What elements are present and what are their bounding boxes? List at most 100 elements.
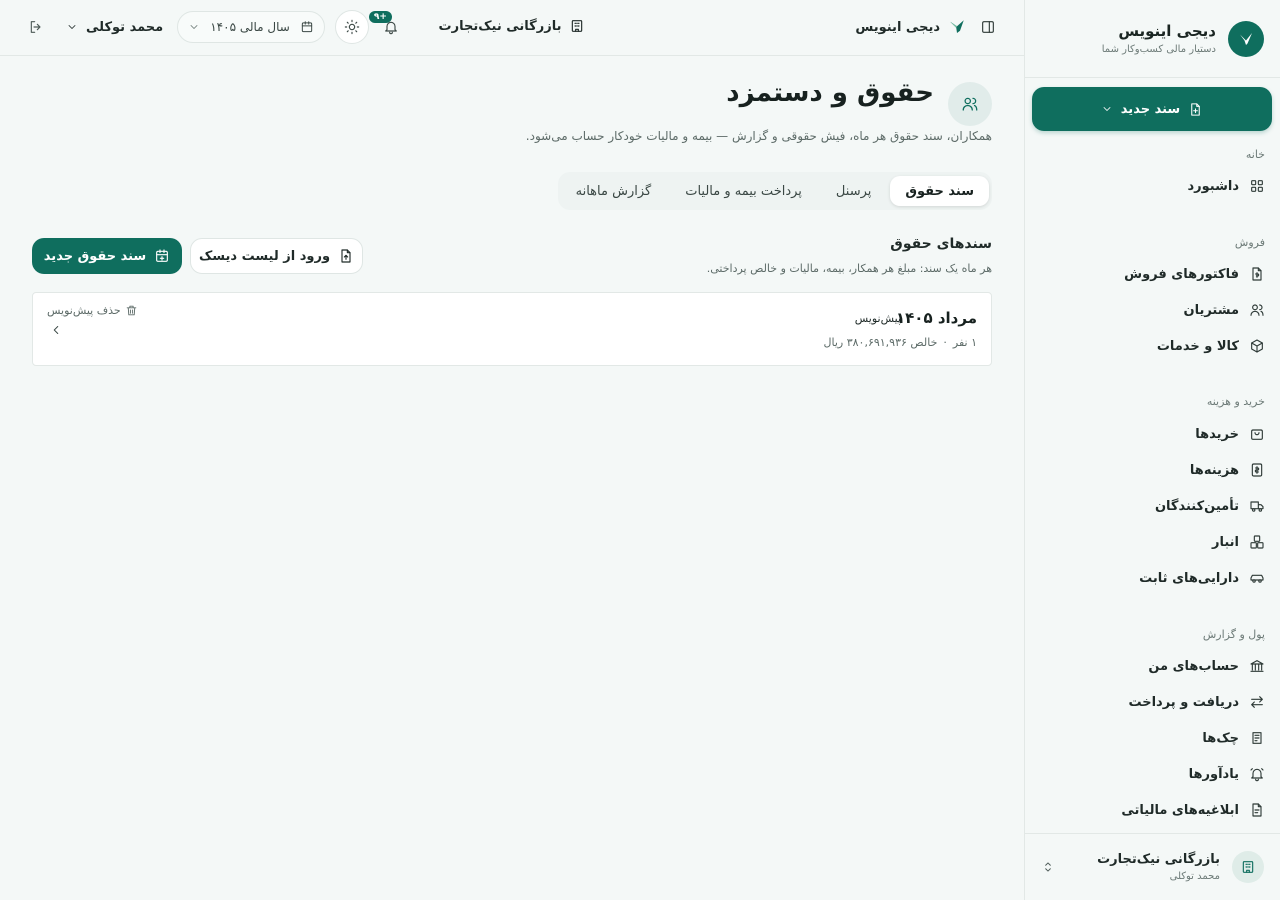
import-disk-label: ورود از لیست دیسک	[198, 248, 331, 264]
receipt-icon	[1249, 462, 1265, 478]
sidebar-item-label: دارایی‌های ثابت	[1139, 570, 1239, 586]
nav-group-purchases: خرید و هزینه	[1206, 395, 1265, 408]
org-switcher[interactable]: بازرگانی نیک‌تجارت محمد توکلی	[1025, 833, 1280, 900]
topbar-actions: محمد توکلی سال مالی ۱۴۰۵ ۹+	[28, 10, 403, 44]
doc-net: خالص ۳۸۰,۶۹۱,۹۳۶ ریال	[823, 336, 938, 349]
sidebar-item-dashboard[interactable]: داشبورد	[1187, 172, 1265, 200]
nav-group-money: پول و گزارش	[1202, 628, 1265, 641]
car-icon	[1249, 570, 1265, 586]
section-subtitle: هر ماه یک سند: مبلغ هر همکار، بیمه، مالی…	[706, 262, 992, 275]
import-disk-button[interactable]: ورود از لیست دیسک	[190, 238, 363, 274]
boxes-icon	[1249, 534, 1265, 550]
sidebar-item-fixed-assets[interactable]: دارایی‌های ثابت	[1139, 564, 1265, 592]
new-document-label: سند جدید	[1120, 101, 1181, 117]
delete-draft-label: حذف پیش‌نویس	[47, 304, 121, 317]
tab-monthly-report[interactable]: گزارش ماهانه	[561, 176, 667, 206]
sidebar-item-label: فاکتورهای فروش	[1124, 266, 1239, 282]
brand-tagline: دستیار مالی کسب‌وکار شما	[1101, 44, 1216, 55]
status-badge: پیش‌نویس	[854, 312, 901, 325]
sidebar-item-label: چک‌ها	[1202, 730, 1239, 746]
sidebar: دیجی اینویس دستیار مالی کسب‌وکار شما سند…	[1024, 0, 1280, 900]
doc-title: مرداد ۱۴۰۵	[895, 309, 977, 327]
tab-payroll-docs[interactable]: سند حقوق	[890, 176, 989, 206]
topbar-org[interactable]: بازرگانی نیک‌تجارت	[439, 18, 586, 34]
doc-people: ۱ نفر	[952, 336, 977, 349]
page-title: حقوق و دستمزد	[726, 78, 934, 108]
sidebar-item-label: هزینه‌ها	[1189, 462, 1239, 478]
arrows-icon	[1249, 694, 1265, 710]
section-title: سندهای حقوق	[890, 236, 992, 252]
building-icon	[1232, 851, 1264, 883]
bell-ring-icon	[1249, 766, 1265, 782]
users-icon	[1249, 302, 1265, 318]
sidebar-item-suppliers[interactable]: تأمین‌کنندگان	[1155, 492, 1265, 520]
fiscal-year-value: سال مالی ۱۴۰۵	[210, 20, 290, 34]
sidebar-item-label: کالا و خدمات	[1156, 338, 1239, 354]
file-upload-icon	[338, 248, 354, 264]
chevron-down-icon	[1101, 103, 1113, 115]
sidebar-item-products[interactable]: کالا و خدمات	[1157, 332, 1265, 360]
sidebar-item-label: مشتریان	[1183, 302, 1239, 318]
brand-title: دیجی اینویس	[1118, 22, 1216, 40]
sidebar-item-label: حساب‌های من	[1148, 658, 1239, 674]
sidebar-item-sales-invoices[interactable]: فاکتورهای فروش	[1124, 260, 1265, 288]
sidebar-item-label: تأمین‌کنندگان	[1154, 498, 1239, 514]
sidebar-item-receipts-payments[interactable]: دریافت و پرداخت	[1128, 688, 1265, 716]
bank-icon	[1249, 658, 1265, 674]
notification-badge: ۹+	[368, 11, 392, 23]
building-icon	[569, 18, 585, 34]
delete-draft-button[interactable]: حذف پیش‌نویس	[47, 304, 138, 317]
grid-icon	[1249, 178, 1265, 194]
doc-meta: ۱ نفر · خالص ۳۸۰,۶۹۱,۹۳۶ ریال	[824, 336, 978, 349]
meta-separator: ·	[943, 336, 947, 349]
chevron-down-icon	[66, 21, 78, 33]
logout-icon[interactable]	[28, 19, 44, 35]
page-icon	[948, 82, 992, 126]
sidebar-item-cheques[interactable]: چک‌ها	[1202, 724, 1265, 752]
fiscal-year-select[interactable]: سال مالی ۱۴۰۵	[177, 11, 325, 43]
new-payroll-button[interactable]: سند حقوق جدید	[32, 238, 182, 274]
sidebar-item-expenses[interactable]: هزینه‌ها	[1190, 456, 1265, 484]
notice-icon	[1249, 802, 1265, 818]
sidebar-item-label: دریافت و پرداخت	[1128, 694, 1239, 710]
sidebar-item-label: ابلاغیه‌های مالیاتی	[1121, 802, 1239, 818]
bag-icon	[1249, 426, 1265, 442]
user-menu[interactable]: محمد توکلی	[66, 20, 163, 35]
theme-toggle-button[interactable]	[334, 10, 369, 44]
sidebar-item-customers[interactable]: مشتریان	[1183, 296, 1265, 324]
payroll-doc-card[interactable]: مرداد ۱۴۰۵ پیش‌نویس ۱ نفر · خالص ۳۸۰,۶۹۱…	[32, 292, 992, 366]
page-subtitle: همکاران، سند حقوق هر ماه، فیش حقوقی و گز…	[525, 129, 992, 143]
sidebar-item-label: داشبورد	[1187, 178, 1239, 194]
sidebar-item-warehouse[interactable]: انبار	[1212, 528, 1265, 556]
sidebar-item-purchases[interactable]: خریدها	[1195, 420, 1265, 448]
org-name: بازرگانی نیک‌تجارت	[1097, 852, 1220, 867]
tabs: سند حقوق پرسنل پرداخت بیمه و مالیات گزار…	[557, 172, 992, 210]
cheque-icon	[1249, 730, 1265, 746]
new-document-button[interactable]: سند جدید	[1032, 87, 1272, 131]
sidebar-item-accounts[interactable]: حساب‌های من	[1148, 652, 1265, 680]
org-user: محمد توکلی	[1169, 871, 1220, 882]
tab-personnel[interactable]: پرسنل	[821, 176, 886, 206]
trash-icon	[125, 304, 138, 317]
nav-group-sales: فروش	[1234, 236, 1265, 249]
notifications-button[interactable]: ۹+	[368, 11, 403, 39]
box-icon	[1249, 338, 1265, 354]
chevron-down-icon	[188, 21, 200, 33]
brand[interactable]: دیجی اینویس دستیار مالی کسب‌وکار شما	[1025, 0, 1280, 78]
topbar: دیجی اینویس بازرگانی نیک‌تجارت محمد توکل…	[0, 0, 1024, 56]
sidebar-item-label: انبار	[1211, 534, 1239, 550]
tab-insurance-tax[interactable]: پرداخت بیمه و مالیات	[670, 176, 817, 206]
sidebar-item-tax-notices[interactable]: ابلاغیه‌های مالیاتی	[1121, 796, 1265, 824]
users-icon	[961, 95, 979, 113]
file-plus-icon	[1188, 102, 1203, 117]
sidebar-item-reminders[interactable]: یادآورها	[1189, 760, 1265, 788]
sidebar-item-label: یادآورها	[1188, 766, 1239, 782]
chevrons-up-down-icon	[1041, 860, 1055, 874]
user-name: محمد توکلی	[86, 19, 164, 35]
sidebar-item-label: خریدها	[1195, 426, 1239, 442]
calendar-plus-icon	[154, 248, 170, 264]
sun-icon	[344, 19, 360, 35]
topbar-org-name: بازرگانی نیک‌تجارت	[438, 18, 562, 34]
file-dollar-icon	[1249, 266, 1265, 282]
chevron-left-icon[interactable]	[49, 323, 63, 337]
